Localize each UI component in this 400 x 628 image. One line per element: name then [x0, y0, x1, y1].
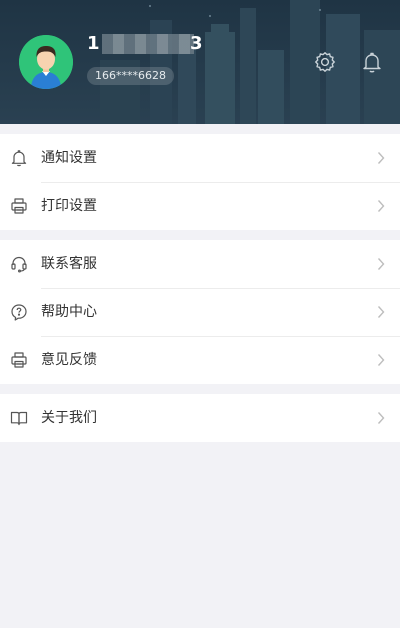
phone-number-badge: 166****6628 — [87, 67, 174, 85]
book-icon — [10, 409, 28, 427]
name-redaction-mask — [102, 34, 194, 54]
chevron-right-icon — [377, 151, 385, 165]
menu-item-notification-settings[interactable]: 通知设置 — [0, 134, 400, 182]
profile-header: 1 3 166****6628 — [0, 0, 400, 124]
notification-button[interactable] — [360, 50, 384, 74]
chevron-right-icon — [377, 199, 385, 213]
menu-group-support: 联系客服 帮助中心 意见反馈 — [0, 240, 400, 384]
printer-icon — [10, 197, 28, 215]
menu-item-about-us[interactable]: 关于我们 — [0, 394, 400, 442]
bell-icon — [363, 52, 381, 73]
user-avatar-icon — [19, 35, 73, 89]
bell-icon — [10, 149, 28, 167]
menu-item-contact-support[interactable]: 联系客服 — [0, 240, 400, 288]
gear-icon — [314, 51, 336, 73]
menu-item-help-center[interactable]: 帮助中心 — [0, 288, 400, 336]
user-name: 1 — [87, 33, 101, 54]
chevron-right-icon — [377, 353, 385, 367]
menu-group-about: 关于我们 — [0, 394, 400, 442]
menu-item-label: 打印设置 — [41, 198, 97, 214]
menu-item-label: 关于我们 — [41, 410, 97, 426]
help-icon — [10, 303, 28, 321]
menu-item-feedback[interactable]: 意见反馈 — [0, 336, 400, 384]
chevron-right-icon — [377, 257, 385, 271]
menu-item-label: 通知设置 — [41, 150, 97, 166]
menu-item-print-settings[interactable]: 打印设置 — [0, 182, 400, 230]
printer-icon — [10, 351, 28, 369]
chevron-right-icon — [377, 305, 385, 319]
settings-button[interactable] — [313, 50, 337, 74]
user-name-tail: 3 — [190, 33, 203, 54]
avatar[interactable] — [19, 35, 73, 89]
headset-icon — [10, 255, 28, 273]
menu-item-label: 联系客服 — [41, 256, 97, 272]
menu-item-label: 帮助中心 — [41, 304, 97, 320]
chevron-right-icon — [377, 411, 385, 425]
menu-group-settings: 通知设置 打印设置 — [0, 134, 400, 230]
menu-item-label: 意见反馈 — [41, 352, 97, 368]
